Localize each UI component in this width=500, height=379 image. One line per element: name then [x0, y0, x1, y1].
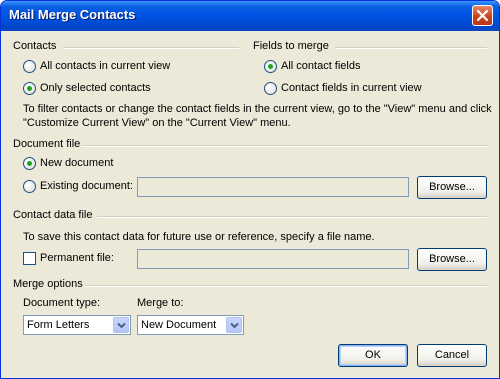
radio-current-view-fields[interactable]: [264, 82, 277, 95]
fields-separator: [335, 47, 487, 49]
contacts-separator: [63, 47, 239, 49]
radio-selected-contacts-label[interactable]: Only selected contacts: [40, 82, 151, 94]
window-title: Mail Merge Contacts: [9, 7, 136, 22]
existing-document-path-input[interactable]: [137, 177, 409, 197]
browse-document-button[interactable]: Browse...: [417, 176, 487, 199]
chevron-down-icon: [230, 322, 239, 329]
merge-to-value: New Document: [141, 319, 217, 331]
radio-existing-document[interactable]: [23, 180, 36, 193]
fields-heading: Fields to merge: [253, 40, 329, 52]
document-type-label: Document type:: [23, 297, 101, 309]
radio-selected-contacts[interactable]: [23, 82, 36, 95]
merge-options-heading: Merge options: [13, 278, 83, 290]
browse-permanent-file-button[interactable]: Browse...: [417, 248, 487, 271]
filter-note-line1: To filter contacts or change the contact…: [23, 103, 492, 115]
radio-all-contacts[interactable]: [23, 60, 36, 73]
merge-to-dropdown-button[interactable]: [226, 317, 242, 333]
ok-button[interactable]: OK: [338, 344, 408, 367]
merge-to-select[interactable]: New Document: [137, 315, 244, 335]
close-button[interactable]: [472, 5, 493, 26]
title-bar[interactable]: Mail Merge Contacts: [1, 1, 499, 31]
close-icon: [476, 9, 489, 22]
radio-current-view-fields-label[interactable]: Contact fields in current view: [281, 82, 422, 94]
cancel-button[interactable]: Cancel: [417, 344, 487, 367]
merge-to-label: Merge to:: [137, 297, 184, 309]
radio-all-fields-label[interactable]: All contact fields: [281, 60, 360, 72]
permanent-file-checkbox[interactable]: [23, 252, 36, 265]
contacts-heading: Contacts: [13, 40, 57, 52]
document-file-heading: Document file: [13, 138, 81, 150]
merge-options-separator: [85, 285, 487, 287]
radio-new-document[interactable]: [23, 157, 36, 170]
mail-merge-dialog: Mail Merge Contacts Contacts All contact…: [0, 0, 500, 379]
radio-all-fields[interactable]: [264, 60, 277, 73]
radio-all-contacts-label[interactable]: All contacts in current view: [40, 60, 170, 72]
document-type-value: Form Letters: [27, 319, 90, 331]
contact-data-file-separator: [97, 216, 487, 218]
chevron-down-icon: [117, 322, 126, 329]
document-type-dropdown-button[interactable]: [113, 317, 129, 333]
permanent-file-label[interactable]: Permanent file:: [40, 252, 114, 264]
contact-data-file-heading: Contact data file: [13, 209, 93, 221]
permanent-file-path-input[interactable]: [137, 249, 409, 269]
radio-existing-document-label[interactable]: Existing document:: [40, 180, 133, 192]
document-file-separator: [82, 145, 487, 147]
filter-note-line2: "Customize Current View" on the "Current…: [23, 117, 291, 129]
document-type-select[interactable]: Form Letters: [23, 315, 131, 335]
radio-new-document-label[interactable]: New document: [40, 157, 113, 169]
contact-data-note: To save this contact data for future use…: [23, 231, 375, 243]
